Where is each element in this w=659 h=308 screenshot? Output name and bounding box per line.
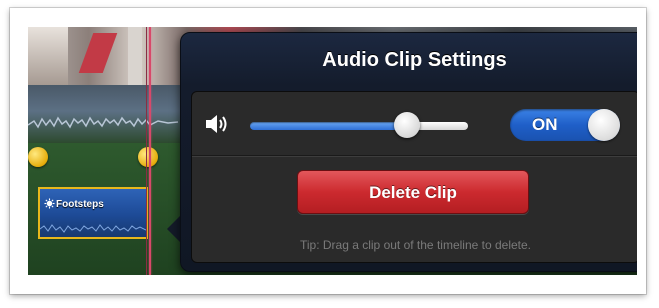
audio-clip-settings-popover: Audio Clip Settings ON Delete Clip Tip: … <box>180 32 637 272</box>
audio-on-toggle[interactable]: ON <box>510 109 620 141</box>
delete-clip-button[interactable]: Delete Clip <box>297 170 529 214</box>
playhead-shadow <box>146 27 147 275</box>
editor-screen: Footsteps Audio Clip Settings ON Delete … <box>28 27 637 275</box>
divider <box>192 155 637 157</box>
settings-panel: ON Delete Clip Tip: Drag a clip out of t… <box>191 91 637 263</box>
volume-slider-fill[interactable] <box>250 122 407 130</box>
trim-handle-right[interactable] <box>138 147 158 167</box>
popover-title: Audio Clip Settings <box>322 49 507 71</box>
video-frame <box>28 27 68 85</box>
tip-text: Tip: Drag a clip out of the timeline to … <box>299 238 531 252</box>
sound-effect-icon <box>44 198 55 209</box>
toggle-knob <box>588 109 620 141</box>
volume-slider-knob[interactable] <box>393 112 420 138</box>
trim-handle-left[interactable] <box>28 147 48 167</box>
playhead[interactable] <box>149 27 151 275</box>
audio-clip[interactable]: Footsteps <box>38 187 148 239</box>
toggle-label: ON <box>532 115 558 134</box>
clip-waveform <box>40 224 146 233</box>
audio-clip-label: Footsteps <box>56 199 104 210</box>
popover-arrow <box>167 215 181 243</box>
speaker-icon <box>206 115 227 133</box>
video-frame-detail <box>78 33 118 73</box>
video-frame-detail <box>128 27 142 85</box>
